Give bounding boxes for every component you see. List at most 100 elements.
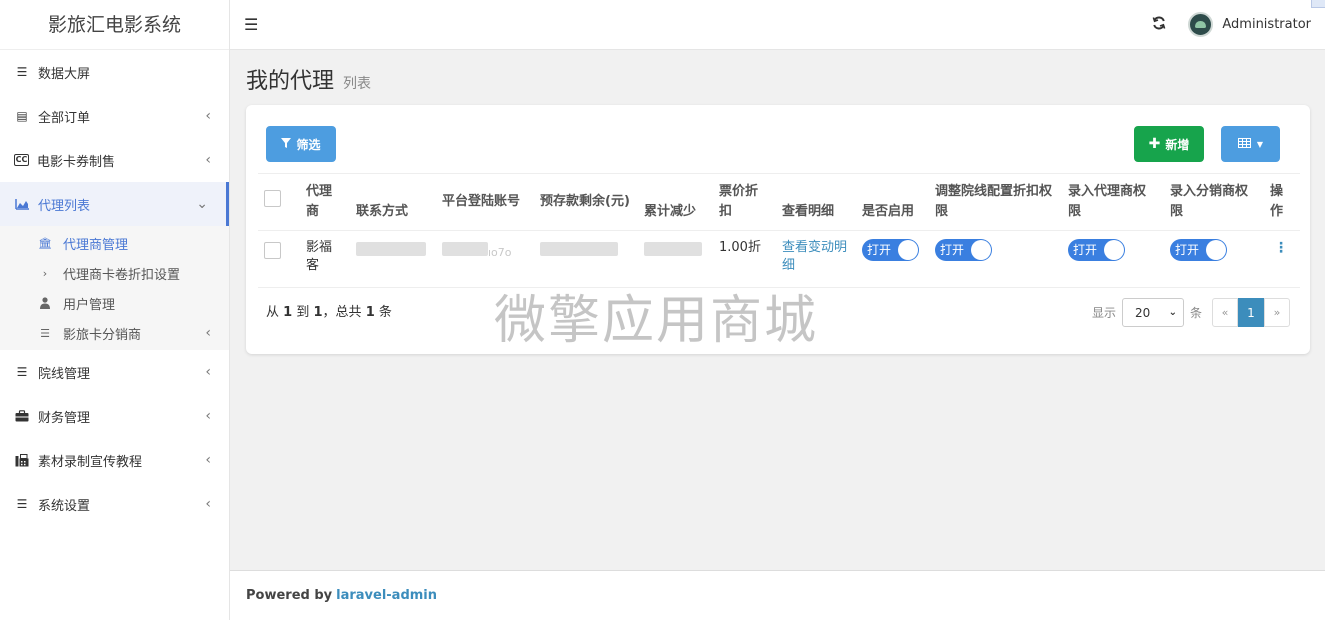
enabled-switch[interactable]: 打开 — [862, 239, 919, 261]
redacted-account — [442, 242, 488, 256]
page-button-current[interactable]: 1 — [1238, 298, 1264, 327]
top-header: ☰ Administrator — [230, 0, 1325, 50]
sidebar-item-settings[interactable]: ☰ 系统设置 ‹ — [0, 482, 229, 526]
sidebar-item-cinemas[interactable]: ☰ 院线管理 ‹ — [0, 350, 229, 394]
more-actions-icon[interactable]: ⋮ — [1270, 240, 1288, 256]
cell-actions: ⋮ — [1264, 230, 1300, 288]
sidebar-item-label: 财务管理 — [38, 410, 91, 426]
column-header[interactable]: 平台登陆账号 — [436, 173, 534, 231]
column-header[interactable]: 录入分销商权限 — [1164, 173, 1264, 231]
footer-powered: Powered by — [246, 588, 333, 603]
bank-icon: 🏛 — [38, 236, 52, 250]
sidebar-item-finance[interactable]: 财务管理 ‹ — [0, 394, 229, 438]
username[interactable]: Administrator — [1222, 17, 1311, 32]
switch-knob — [1206, 240, 1226, 260]
column-header[interactable]: 预存款剩余(元) — [534, 173, 638, 231]
cell-agent-permission: 打开 — [1062, 230, 1164, 288]
chevron-left-icon: ‹ — [205, 152, 211, 168]
pagination: 显示 20 ⌄ 条 « 1 » — [1092, 298, 1290, 327]
column-header[interactable]: 代理商 — [300, 173, 350, 231]
filter-button[interactable]: 筛选 — [266, 126, 336, 162]
summary-from-label: 从 — [266, 305, 280, 320]
cell-discount-permission: 打开 — [929, 230, 1062, 288]
sidebar-item-label: 数据大屏 — [38, 66, 91, 82]
per-page-value: 20 — [1134, 305, 1151, 320]
sidebar-subitem-users[interactable]: 用户管理 — [0, 288, 229, 318]
sidebar-item-label: 院线管理 — [38, 366, 91, 382]
sidebar-item-agents[interactable]: 代理列表 ⌄ — [0, 182, 229, 226]
per-page-select[interactable]: 20 ⌄ — [1121, 298, 1184, 327]
redacted-balance — [540, 242, 618, 256]
refresh-icon[interactable] — [1152, 15, 1166, 34]
new-button[interactable]: ✚ 新增 — [1134, 126, 1204, 162]
footer-link[interactable]: laravel-admin — [336, 588, 437, 603]
sidebar-item-label: 电影卡券制售 — [37, 154, 116, 170]
sidebar-item-orders[interactable]: ▤ 全部订单 ‹ — [0, 94, 229, 138]
next-page-button[interactable]: » — [1264, 298, 1290, 327]
sidebar-subitem-discount-settings[interactable]: › 代理商卡卷折扣设置 — [0, 258, 229, 288]
column-header[interactable]: 调整院线配置折扣权限 — [929, 173, 1062, 231]
caret-down-icon: ▼ — [1256, 139, 1264, 149]
area-chart-icon — [14, 198, 30, 210]
column-selector-button[interactable]: ▼ — [1221, 126, 1280, 162]
column-header[interactable]: 票价折扣 — [713, 173, 776, 231]
distributor-permission-switch[interactable]: 打开 — [1170, 239, 1227, 261]
cc-icon: CC — [14, 154, 29, 166]
sidebar-subitem-label: 影旅卡分销商 — [63, 327, 142, 343]
row-checkbox[interactable] — [264, 242, 281, 259]
sidebar-item-dashboard[interactable]: ☰ 数据大屏 — [0, 50, 229, 94]
column-header[interactable]: 是否启用 — [856, 173, 929, 231]
page-subtitle: 列表 — [343, 76, 372, 92]
account-suffix: ıo7o — [488, 246, 512, 259]
per-page-unit: 条 — [1189, 306, 1202, 320]
sidebar-toggle-icon[interactable]: ☰ — [244, 15, 258, 34]
pagination-summary: 从 1 到 1，总共 1 条 — [266, 301, 392, 320]
bars-icon: ☰ — [16, 365, 28, 379]
column-header[interactable]: 联系方式 — [350, 173, 436, 231]
bars-icon: ☰ — [16, 497, 28, 511]
corner-tab[interactable] — [1311, 0, 1325, 8]
view-detail-link[interactable]: 查看变动明细 — [782, 240, 847, 273]
plus-icon: ✚ — [1148, 136, 1161, 152]
bars-icon: ☰ — [16, 65, 28, 79]
select-all-checkbox[interactable] — [264, 190, 281, 207]
footer: Powered by laravel-admin — [230, 570, 1325, 620]
sidebar-item-cards[interactable]: CC 电影卡券制售 ‹ — [0, 138, 229, 182]
per-page-label: 显示 — [1091, 306, 1116, 320]
list-icon: ▤ — [16, 109, 28, 123]
column-header[interactable]: 查看明细 — [776, 173, 856, 231]
agent-permission-switch[interactable]: 打开 — [1068, 239, 1125, 261]
header-right: Administrator — [1152, 12, 1325, 37]
page-heading: 我的代理 列表 — [246, 63, 371, 95]
switch-label: 打开 — [867, 243, 892, 257]
chevron-left-icon: ‹ — [205, 496, 211, 512]
chevron-down-icon: ⌄ — [1168, 307, 1177, 318]
summary-total-label: ，总共 — [322, 305, 362, 320]
switch-label: 打开 — [1073, 243, 1098, 257]
bars-icon: ☰ — [40, 326, 50, 340]
new-button-label: 新增 — [1165, 137, 1190, 152]
switch-knob — [1104, 240, 1124, 260]
column-header[interactable]: 累计减少 — [638, 173, 713, 231]
summary-total: 1 — [365, 305, 375, 320]
cell-enabled: 打开 — [856, 230, 929, 288]
chevron-left-icon: ‹ — [205, 325, 211, 341]
sidebar-subitem-label: 用户管理 — [63, 297, 116, 313]
watermark: 微擎应用商城 — [494, 291, 819, 351]
summary-from: 1 — [283, 305, 293, 320]
sidebar-submenu: 🏛 代理商管理 › 代理商卡卷折扣设置 用户管理 ☰ 影旅卡分销商 ‹ — [0, 226, 229, 350]
chevron-left-icon: ‹ — [205, 364, 211, 380]
sidebar-subitem-label: 代理商卡卷折扣设置 — [63, 267, 181, 283]
sidebar-subitem-distributors[interactable]: ☰ 影旅卡分销商 ‹ — [0, 318, 229, 348]
brand-title[interactable]: 影旅汇电影系统 — [0, 0, 229, 50]
summary-unit: 条 — [378, 305, 392, 320]
prev-page-button[interactable]: « — [1212, 298, 1238, 327]
filter-icon — [281, 137, 292, 151]
sidebar-subitem-agent-manage[interactable]: 🏛 代理商管理 — [0, 228, 229, 258]
cell-agent: 影福客 — [300, 230, 350, 288]
column-header[interactable]: 录入代理商权限 — [1062, 173, 1164, 231]
sidebar-item-tutorials[interactable]: 素材录制宣传教程 ‹ — [0, 438, 229, 482]
avatar[interactable] — [1188, 12, 1214, 37]
discount-permission-switch[interactable]: 打开 — [935, 239, 992, 261]
summary-to: 1 — [313, 305, 323, 320]
